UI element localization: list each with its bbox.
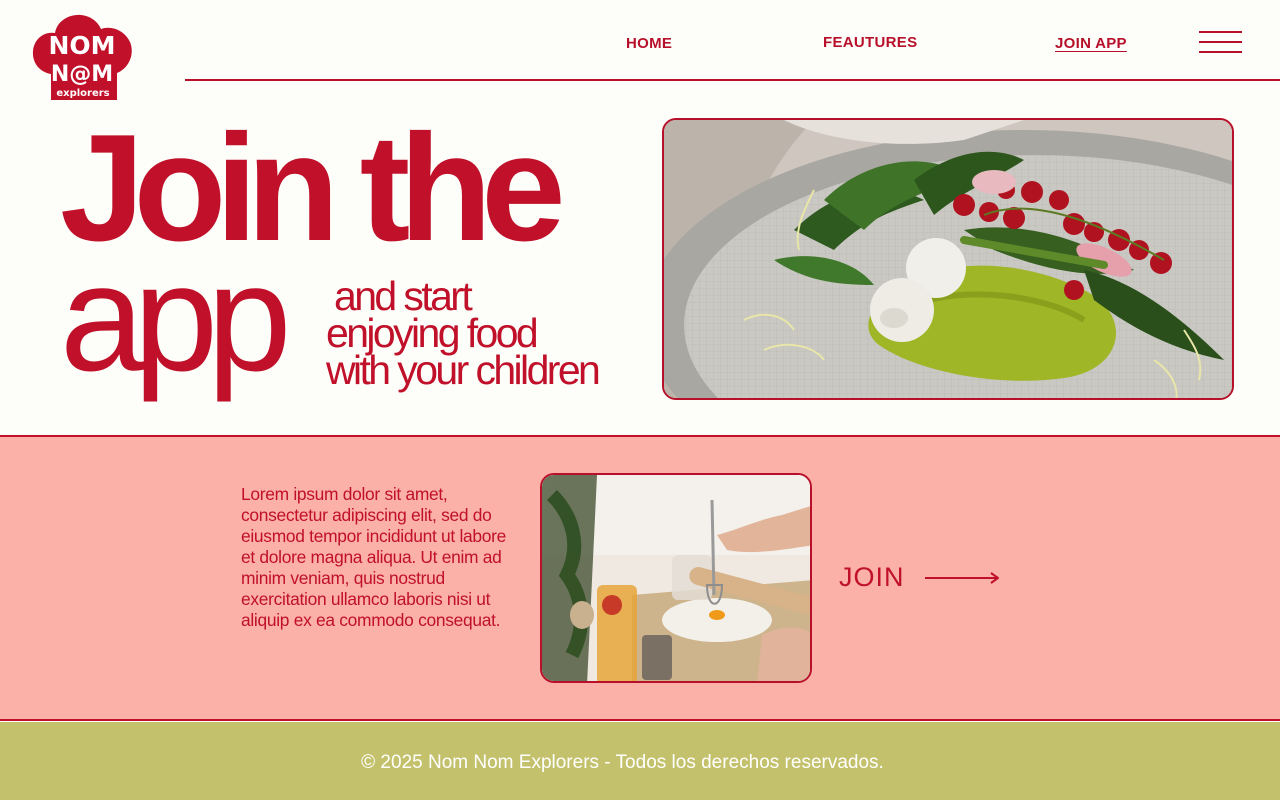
header-divider bbox=[185, 79, 1280, 81]
site-header: NOM N@M explorers HOME FEAUTURES JOIN AP… bbox=[0, 0, 1280, 102]
join-cta-label: JOIN bbox=[839, 562, 905, 592]
nav-join-app-link[interactable]: JOIN APP bbox=[1055, 35, 1127, 52]
logo-text-explorers: explorers bbox=[56, 88, 109, 99]
hero-food-photo bbox=[662, 118, 1234, 400]
hero-title-line2: app bbox=[60, 233, 292, 403]
footer-copyright: © 2025 Nom Nom Explorers - Todos los der… bbox=[361, 752, 884, 773]
hamburger-menu-icon[interactable] bbox=[1199, 29, 1242, 55]
logo-text-nam: N@M bbox=[51, 62, 113, 87]
hero-subtitle-line: with your children bbox=[326, 347, 601, 393]
hero-subtitle: and start enjoying food with your childr… bbox=[326, 276, 601, 393]
site-footer: © 2025 Nom Nom Explorers - Todos los der… bbox=[0, 722, 1280, 800]
nav-home-link[interactable]: HOME bbox=[626, 35, 672, 52]
nav-features-link[interactable]: FEAUTURES bbox=[823, 34, 917, 51]
logo-text-nom: NOM bbox=[48, 31, 115, 60]
nom-nom-explorers-logo[interactable]: NOM N@M explorers bbox=[31, 12, 135, 102]
arrow-right-icon bbox=[924, 571, 999, 584]
join-cta-link[interactable]: JOIN bbox=[839, 562, 999, 593]
kitchen-cooking-photo bbox=[540, 473, 812, 683]
promo-description: Lorem ipsum dolor sit amet, consectetur … bbox=[241, 484, 507, 630]
